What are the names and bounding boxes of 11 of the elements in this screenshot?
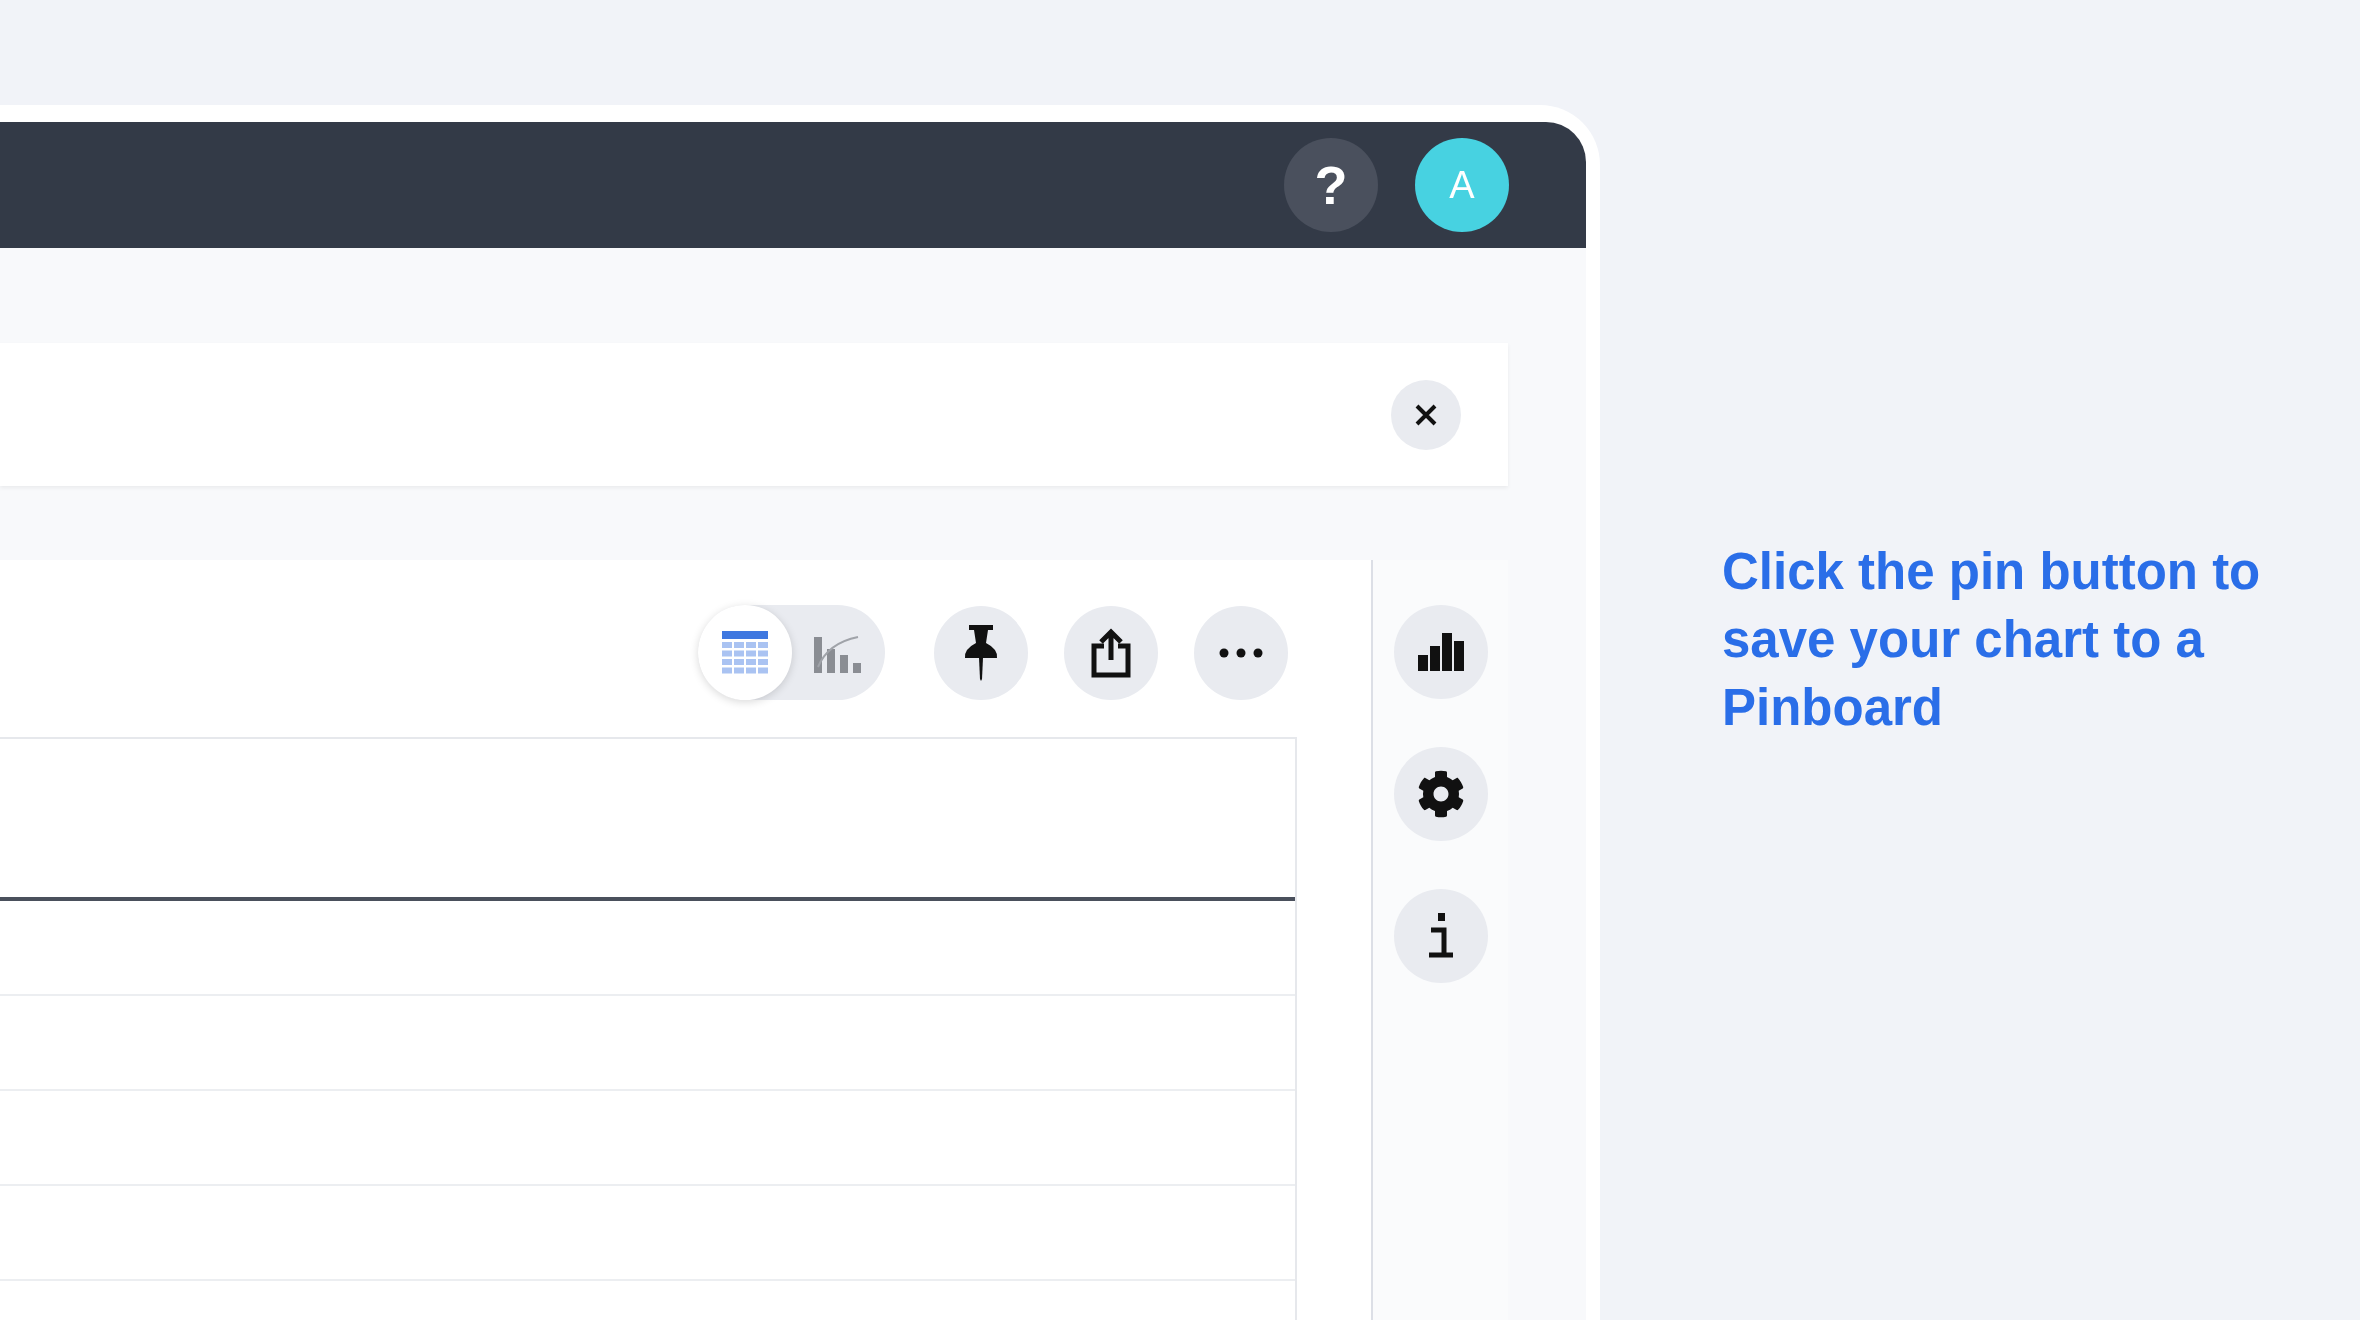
info-icon	[1427, 913, 1454, 959]
settings-icon	[1416, 770, 1465, 818]
close-icon	[1414, 402, 1438, 427]
bar-chart-icon	[1417, 633, 1464, 671]
share-icon	[1091, 627, 1131, 678]
table-icon	[721, 630, 768, 675]
more-icon	[1219, 647, 1263, 658]
pin-icon	[964, 624, 998, 681]
caption-text: Click the pin button to save your chart to a Pinboard	[1722, 542, 2262, 738]
help-button[interactable]: ?	[1284, 138, 1378, 232]
view-option[interactable]	[698, 605, 792, 700]
